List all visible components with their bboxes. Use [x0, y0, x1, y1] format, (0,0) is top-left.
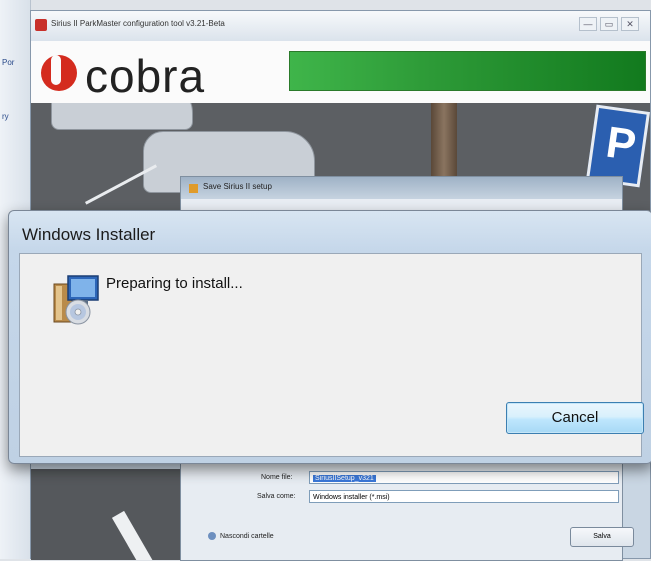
save-button[interactable]: Salva	[570, 527, 634, 547]
save-as-select[interactable]: Windows installer (*.msi)	[309, 490, 619, 503]
save-dialog-footer: Nome file: SiriusIISetup_v321 Salva come…	[181, 457, 622, 560]
minimize-button[interactable]: —	[579, 17, 597, 31]
save-dialog-titlebar: Save Sirius II setup	[181, 177, 622, 199]
file-name-value: SiriusIISetup_v321	[313, 475, 376, 482]
cancel-button[interactable]: Cancel	[506, 402, 644, 434]
parking-line	[111, 510, 165, 560]
installer-body: Preparing to install... Cancel	[19, 253, 644, 457]
installer-package-icon	[53, 275, 99, 325]
file-name-input[interactable]: SiriusIISetup_v321	[309, 471, 619, 484]
app-titlebar: Sirius II ParkMaster configuration tool …	[31, 11, 650, 42]
installer-status-text: Preparing to install...	[106, 275, 243, 292]
hide-folders-toggle[interactable]: Nascondi cartelle	[220, 533, 274, 540]
status-bar-graphic	[289, 51, 646, 91]
app-header: cobra	[31, 41, 650, 104]
app-icon	[35, 19, 47, 31]
maximize-button[interactable]: ▭	[600, 17, 618, 31]
close-button[interactable]: ✕	[621, 17, 639, 31]
parking-sign-icon: P	[585, 104, 650, 188]
installer-title: Windows Installer	[22, 225, 156, 244]
chevron-up-icon[interactable]	[208, 532, 216, 540]
save-as-label: Salva come:	[257, 493, 296, 500]
file-name-label: Nome file:	[261, 474, 293, 481]
app-title: Sirius II ParkMaster configuration tool …	[51, 19, 225, 28]
windows-installer-dialog: Windows Installer Preparing to install..…	[8, 210, 651, 464]
save-dialog-icon	[189, 184, 198, 193]
save-dialog-title: Save Sirius II setup	[203, 182, 272, 191]
strip-label: ry	[2, 112, 9, 121]
strip-label: Por	[2, 58, 15, 67]
cobra-logo-text: cobra	[85, 50, 206, 102]
car-image	[51, 103, 193, 130]
cobra-logo-icon-detail	[51, 55, 61, 85]
